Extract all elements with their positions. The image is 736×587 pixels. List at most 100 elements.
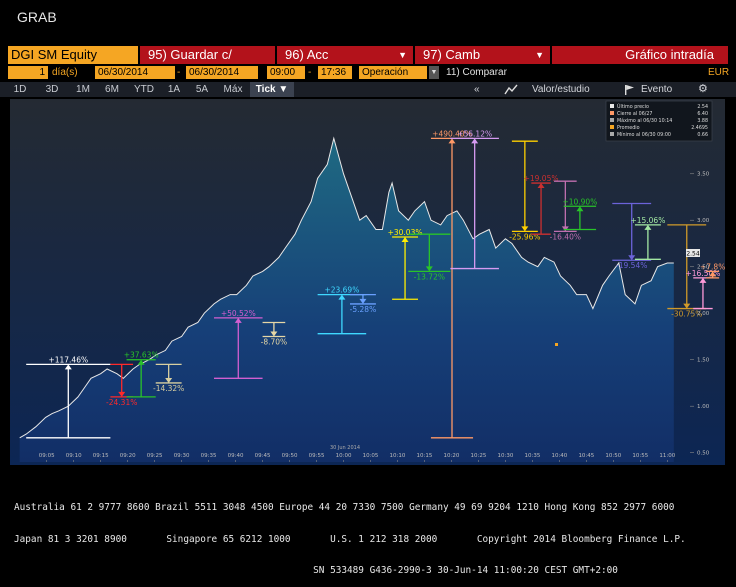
- legend-value: 2.4695: [691, 125, 708, 131]
- range-tab-5a[interactable]: 5A: [191, 82, 213, 97]
- last-price-tag: 2.54: [686, 249, 700, 258]
- x-tick-label: 09:45: [255, 453, 271, 459]
- gear-icon[interactable]: ⚙: [698, 82, 708, 97]
- change-button[interactable]: 97) Camb ▼: [415, 46, 550, 64]
- range-tab-1a[interactable]: 1A: [163, 82, 185, 97]
- marker-label: -24.31%: [106, 398, 137, 407]
- y-tick-label: 1.50: [697, 358, 710, 364]
- x-tick-label: 10:30: [497, 453, 513, 459]
- save-as-label: Guardar c/: [170, 47, 232, 62]
- marker-label: +23.69%: [324, 286, 359, 295]
- range-tab-1d[interactable]: 1D: [8, 82, 32, 97]
- marker-label: +19.05%: [524, 174, 559, 183]
- save-as-num: 95): [148, 47, 167, 62]
- footer-line-1: Australia 61 2 9777 8600 Brazil 5511 304…: [14, 502, 675, 513]
- legend-swatch: [610, 132, 614, 136]
- range-tab-max[interactable]: Máx: [218, 82, 248, 97]
- marker-label: -13.72%: [414, 272, 445, 281]
- change-label: Camb: [445, 47, 481, 62]
- x-tick-label: 09:25: [147, 453, 163, 459]
- compare-link[interactable]: 11) Comparar: [446, 65, 507, 81]
- event-button[interactable]: Evento: [641, 82, 672, 97]
- legend-value: 3.88: [697, 118, 708, 124]
- start-date-input[interactable]: 06/30/2014: [95, 66, 175, 79]
- actions-num: 96): [285, 47, 304, 62]
- security-field[interactable]: DGI SM Equity: [8, 46, 138, 64]
- currency-label: EUR: [708, 67, 730, 78]
- marker-label: -8.70%: [261, 337, 288, 346]
- x-tick-label: 09:20: [120, 453, 136, 459]
- x-tick-label: 09:10: [66, 453, 82, 459]
- chevron-down-icon: ▼: [398, 50, 407, 60]
- x-tick-label: 10:35: [524, 453, 540, 459]
- start-time-input[interactable]: 09:00: [267, 66, 305, 79]
- legend-label: Cierre al 06/27: [617, 111, 653, 117]
- marker-label: +37.63%: [124, 351, 159, 360]
- legend-label: Mínimo al 06/30 09:00: [617, 131, 671, 138]
- value-study-button[interactable]: Valor/estudio: [532, 82, 590, 97]
- legend-swatch: [610, 104, 614, 108]
- window-title: GRAB: [17, 9, 57, 25]
- x-tick-label: 10:15: [417, 453, 433, 459]
- event-dot: [555, 343, 558, 346]
- legend-swatch: [610, 118, 614, 122]
- parameter-row: 1 día(s) 06/30/2014 - 06/30/2014 09:00 -…: [0, 65, 736, 81]
- range-tab-6m[interactable]: 6M: [100, 82, 124, 97]
- change-num: 97): [423, 47, 442, 62]
- x-tick-label: 10:25: [471, 453, 487, 459]
- legend-swatch: [610, 125, 614, 129]
- x-tick-label: 11:00: [659, 453, 675, 459]
- command-row: DGI SM Equity 95) Guardar c/ 96) Acc ▼ 9…: [0, 46, 736, 64]
- chevron-down-icon: ▼: [535, 50, 544, 60]
- event-flag-icon[interactable]: [622, 84, 636, 95]
- marker-label: +30.03%: [388, 228, 423, 237]
- x-tick-label: 10:10: [390, 453, 406, 459]
- legend-box: Último precio 2.54 Cierre al 06/27 6.40 Máxi…: [605, 100, 713, 142]
- actions-button[interactable]: 96) Acc ▼: [277, 46, 413, 64]
- price-chart[interactable]: +117.46% -24.31% +37.63% -14.32% +50.52% -8.7…: [10, 99, 725, 465]
- y-tick-label: 3.00: [697, 218, 710, 224]
- end-date-input[interactable]: 06/30/2014: [186, 66, 258, 79]
- line-chart-icon[interactable]: [504, 84, 518, 95]
- x-tick-label: 09:50: [282, 453, 298, 459]
- marker-label: +15.06%: [630, 216, 665, 225]
- range-tab-tick[interactable]: Tick ▼: [250, 82, 294, 97]
- legend-value: 2.54: [697, 104, 708, 110]
- x-tick-label: 09:30: [174, 453, 190, 459]
- end-time-input[interactable]: 17:36: [318, 66, 352, 79]
- screen-title: Gráfico intradía: [552, 46, 728, 64]
- marker-label: -5.28%: [350, 305, 377, 314]
- y-tick-label: 2.00: [697, 311, 710, 317]
- footer-line-2: Japan 81 3 3201 8900 Singapore 65 6212 1…: [14, 533, 686, 545]
- x-tick-label: 10:45: [578, 453, 594, 459]
- marker-label: -19.54%: [616, 261, 647, 270]
- footer-line-3: SN 533489 G436-2990-3 30-Jun-14 11:00:20…: [14, 565, 618, 576]
- y-tick-label: 1.00: [697, 404, 710, 410]
- range-toolbar: 1D 3D 1M 6M YTD 1A 5A Máx Tick ▼ « Valor…: [0, 82, 736, 97]
- time-separator: -: [308, 67, 312, 78]
- x-tick-label: 09:40: [228, 453, 244, 459]
- mode-select[interactable]: Operación: [359, 66, 427, 79]
- x-tick-label: 10:05: [363, 453, 379, 459]
- marker-label: -14.32%: [153, 384, 184, 393]
- window-title-bar: GRAB: [0, 0, 736, 40]
- x-tick-label: 10:20: [444, 453, 460, 459]
- marker-label: -16.40%: [550, 232, 581, 241]
- x-date-label: 30 Jun 2014: [330, 445, 360, 451]
- legend-swatch: [610, 111, 614, 115]
- chevron-down-icon[interactable]: ▼: [429, 66, 439, 79]
- collapse-icon[interactable]: «: [474, 82, 480, 97]
- range-tab-ytd[interactable]: YTD: [130, 82, 158, 97]
- range-tab-3d[interactable]: 3D: [40, 82, 64, 97]
- range-tab-1m[interactable]: 1M: [71, 82, 95, 97]
- x-tick-label: 09:15: [93, 453, 109, 459]
- marker-label: +56.12%: [457, 129, 492, 138]
- x-tick-label: 10:50: [605, 453, 621, 459]
- save-as-button[interactable]: 95) Guardar c/: [140, 46, 275, 64]
- marker-label: +10.90%: [562, 197, 597, 206]
- actions-label: Acc: [306, 47, 329, 62]
- x-tick-label: 10:40: [551, 453, 567, 459]
- period-count-input[interactable]: 1: [8, 66, 48, 79]
- x-tick-label: 10:00: [336, 453, 352, 459]
- x-tick-label: 10:55: [632, 453, 648, 459]
